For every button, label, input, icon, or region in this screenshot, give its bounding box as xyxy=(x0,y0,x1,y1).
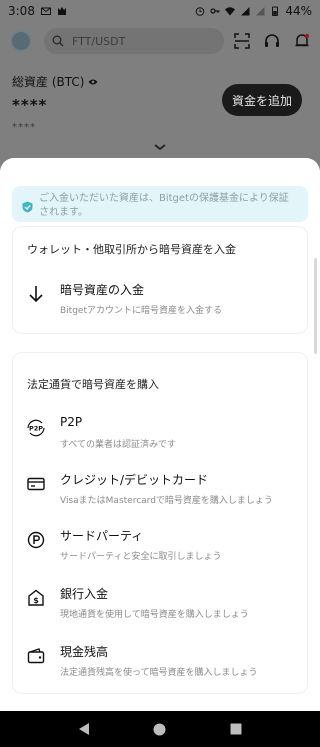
back-icon[interactable] xyxy=(78,722,90,736)
p2p-desc: すべての業者は認証済みです xyxy=(60,440,177,450)
mail-icon xyxy=(40,7,51,15)
fiat-purchase-section: 法定通貨で暗号資産を購入 P2P P2P すべての業者は認証済みです クレジット… xyxy=(12,352,308,694)
status-time: 3:08 xyxy=(8,4,35,18)
avatar[interactable] xyxy=(10,30,32,52)
p2p-icon: P2P xyxy=(25,417,47,439)
signal-icon-2 xyxy=(256,7,265,16)
credit-card-icon xyxy=(25,473,47,495)
svg-text:$: $ xyxy=(33,596,39,605)
wallet-section-title: ウォレット・他取引所から暗号資産を入金 xyxy=(27,243,236,256)
bank-deposit-item[interactable]: $ 銀行入金 現地通貨を使用して暗号資産を購入しましょう xyxy=(13,585,307,633)
wifi-icon xyxy=(225,7,236,16)
crypto-deposit-desc: Bitgetアカウントに暗号資産を入金する xyxy=(60,306,222,316)
battery-percent: 44% xyxy=(285,4,312,18)
wallet-deposit-section: ウォレット・他取引所から暗号資産を入金 暗号資産の入金 Bitgetアカウントに… xyxy=(12,226,308,334)
top-bar: FTT/USDT xyxy=(0,26,320,56)
battery-icon xyxy=(272,6,279,16)
wallet-icon xyxy=(25,645,47,667)
sheet-scrollbar[interactable] xyxy=(314,258,317,354)
bank-deposit-title: 銀行入金 xyxy=(60,587,109,601)
bell-icon[interactable] xyxy=(294,33,310,49)
protection-notice-text: ご入金いただいた資産は、Bitgetの保護基金により保証されます。 xyxy=(39,193,289,218)
search-icon xyxy=(52,35,64,47)
home-icon[interactable] xyxy=(153,723,166,736)
signal-icon xyxy=(241,7,250,16)
p2p-title: P2P xyxy=(60,415,83,429)
credit-card-desc: VisaまたはMastercardで暗号資産を購入しましょう xyxy=(60,496,273,506)
total-assets-label: 総資産 (BTC) xyxy=(12,73,98,90)
bank-deposit-desc: 現地通貨を使用して暗号資産を購入しましょう xyxy=(60,610,249,620)
alarm-icon xyxy=(196,7,205,16)
chevron-down-icon[interactable] xyxy=(153,142,167,152)
p2p-item[interactable]: P2P P2P すべての業者は認証済みです xyxy=(13,415,307,463)
shield-check-icon xyxy=(22,201,33,213)
arrow-down-icon xyxy=(25,283,47,305)
total-assets-label-text: 総資産 (BTC) xyxy=(12,75,85,89)
bank-icon: $ xyxy=(25,587,47,609)
crypto-deposit-title: 暗号資産の入金 xyxy=(60,283,145,297)
svg-text:P2P: P2P xyxy=(29,425,43,433)
eye-icon[interactable] xyxy=(88,78,98,86)
crypto-deposit-item[interactable]: 暗号資産の入金 Bitgetアカウントに暗号資産を入金する xyxy=(13,281,307,329)
status-bar: 3:08 44% xyxy=(0,0,320,22)
recents-icon[interactable] xyxy=(230,723,242,735)
search-placeholder: FTT/USDT xyxy=(72,34,126,48)
third-party-desc: サードパーティと安全に取引しましょう xyxy=(60,552,222,562)
total-assets-value: **** xyxy=(12,96,48,114)
cash-balance-title: 現金残高 xyxy=(60,645,109,659)
app-notification-icon xyxy=(57,7,66,15)
protection-notice: ご入金いただいた資産は、Bitgetの保護基金により保証されます。 xyxy=(12,186,308,222)
support-headset-icon[interactable] xyxy=(264,33,280,49)
key-icon xyxy=(210,8,220,14)
search-bar[interactable]: FTT/USDT xyxy=(44,28,224,54)
add-funds-button[interactable]: 資金を追加 xyxy=(222,84,302,116)
third-party-title: サードパーティ xyxy=(60,529,144,543)
credit-card-item[interactable]: クレジット/デビットカード VisaまたはMastercardで暗号資産を購入し… xyxy=(13,471,307,519)
total-assets-sub-value: **** xyxy=(12,122,36,133)
credit-card-title: クレジット/デビットカード xyxy=(60,473,209,487)
third-party-item[interactable]: サードパーティ サードパーティと安全に取引しましょう xyxy=(13,527,307,575)
third-party-icon xyxy=(25,529,47,551)
scan-icon[interactable] xyxy=(234,33,250,49)
fiat-section-title: 法定通貨で暗号資産を購入 xyxy=(27,378,159,391)
cash-balance-desc: 法定通貨残高を使って暗号資産を購入しましょう xyxy=(60,668,258,678)
cash-balance-item[interactable]: 現金残高 法定通貨残高を使って暗号資産を購入しましょう xyxy=(13,643,307,691)
system-nav-bar xyxy=(0,711,320,747)
